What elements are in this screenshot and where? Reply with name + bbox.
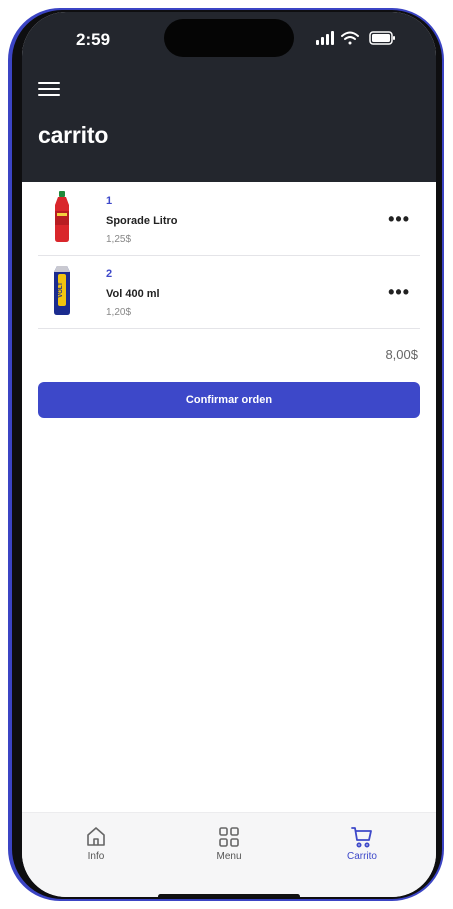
hamburger-menu-icon[interactable] [38,82,60,98]
tab-label: Info [87,851,105,862]
grid-icon [219,827,239,847]
home-icon [87,827,105,846]
app-header: 2:59 carrito [22,12,436,182]
phone-screen: 2:59 carrito 1 Sporade Litro 1,25$ ••• V… [22,12,436,897]
tab-menu[interactable]: Menu [189,825,269,862]
confirm-order-button[interactable]: Confirmar orden [38,382,420,418]
cart-icon [351,827,372,848]
item-price: 1,25$ [106,234,132,245]
tab-label: Carrito [346,851,377,862]
tab-carrito[interactable]: Carrito [322,825,402,862]
more-options-icon[interactable]: ••• [388,209,410,230]
status-icons [316,31,395,45]
home-indicator [158,894,300,897]
wifi-icon [341,31,359,45]
volt-can-image: VOLT [54,266,70,315]
item-name: Vol 400 ml [106,288,160,300]
cart-total: 8,00$ [385,347,418,362]
item-name: Sporade Litro [106,215,178,227]
bottom-tab-bar: Info Menu Carrito [22,812,436,897]
battery-icon [369,31,395,45]
status-time: 2:59 [76,30,111,49]
red-bottle-image [55,191,69,242]
item-quantity: 1 [106,195,113,207]
cart-item[interactable]: 1 Sporade Litro 1,25$ ••• [38,183,420,256]
dynamic-island [164,19,294,57]
tab-label: Menu [216,851,242,862]
tab-info[interactable]: Info [56,825,136,862]
signal-icon [316,31,334,45]
more-options-icon[interactable]: ••• [388,282,410,303]
brand-text: VOLT [58,282,64,298]
item-price: 1,20$ [106,307,132,318]
item-quantity: 2 [106,268,113,280]
page-title: carrito [38,122,109,148]
cart-item[interactable]: VOLT 2 Vol 400 ml 1,20$ ••• [38,256,420,329]
cart-list: 1 Sporade Litro 1,25$ ••• VOLT 2 Vol 400… [22,183,436,329]
